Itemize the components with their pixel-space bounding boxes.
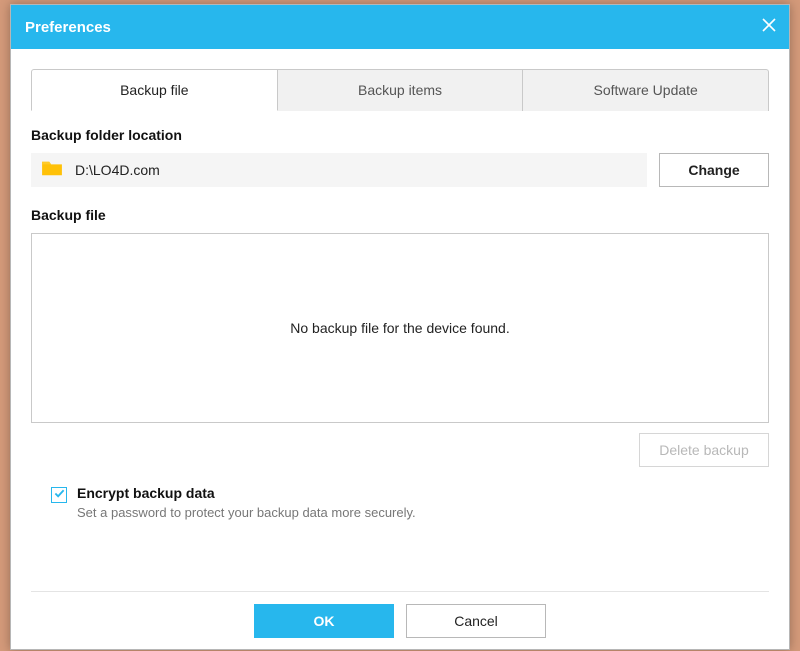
- cancel-button-label: Cancel: [454, 613, 498, 629]
- tab-label: Software Update: [594, 82, 698, 98]
- empty-message: No backup file for the device found.: [290, 320, 509, 336]
- cancel-button[interactable]: Cancel: [406, 604, 546, 638]
- folder-path-text: D:\LO4D.com: [75, 162, 160, 178]
- folder-section-label: Backup folder location: [31, 127, 769, 143]
- encrypt-checkbox[interactable]: [51, 487, 67, 503]
- encrypt-label: Encrypt backup data: [77, 485, 416, 501]
- close-button[interactable]: [749, 5, 789, 49]
- delete-row: Delete backup: [31, 433, 769, 467]
- tab-label: Backup items: [358, 82, 442, 98]
- check-icon: [54, 486, 65, 504]
- window-title: Preferences: [25, 19, 749, 36]
- encrypt-description: Set a password to protect your backup da…: [77, 505, 416, 520]
- folder-icon: [41, 159, 63, 182]
- ok-button-label: OK: [314, 613, 335, 629]
- folder-path-display: D:\LO4D.com: [31, 153, 647, 187]
- titlebar: Preferences: [11, 5, 789, 49]
- tab-backup-items[interactable]: Backup items: [278, 69, 524, 111]
- change-button[interactable]: Change: [659, 153, 769, 187]
- backup-file-list: No backup file for the device found.: [31, 233, 769, 423]
- content-area: Backup file Backup items Software Update…: [11, 49, 789, 649]
- delete-backup-button: Delete backup: [639, 433, 769, 467]
- tab-label: Backup file: [120, 82, 188, 98]
- tab-backup-file[interactable]: Backup file: [31, 69, 278, 111]
- ok-button[interactable]: OK: [254, 604, 394, 638]
- encrypt-row: Encrypt backup data Set a password to pr…: [31, 485, 769, 520]
- encrypt-texts: Encrypt backup data Set a password to pr…: [77, 485, 416, 520]
- backup-file-section-label: Backup file: [31, 207, 769, 223]
- tab-software-update[interactable]: Software Update: [523, 69, 769, 111]
- change-button-label: Change: [688, 162, 739, 178]
- delete-button-label: Delete backup: [659, 442, 749, 458]
- tabs: Backup file Backup items Software Update: [31, 69, 769, 111]
- preferences-window: Preferences Backup file Backup items Sof…: [10, 4, 790, 650]
- close-icon: [762, 18, 776, 36]
- footer: OK Cancel: [31, 591, 769, 649]
- folder-row: D:\LO4D.com Change: [31, 153, 769, 187]
